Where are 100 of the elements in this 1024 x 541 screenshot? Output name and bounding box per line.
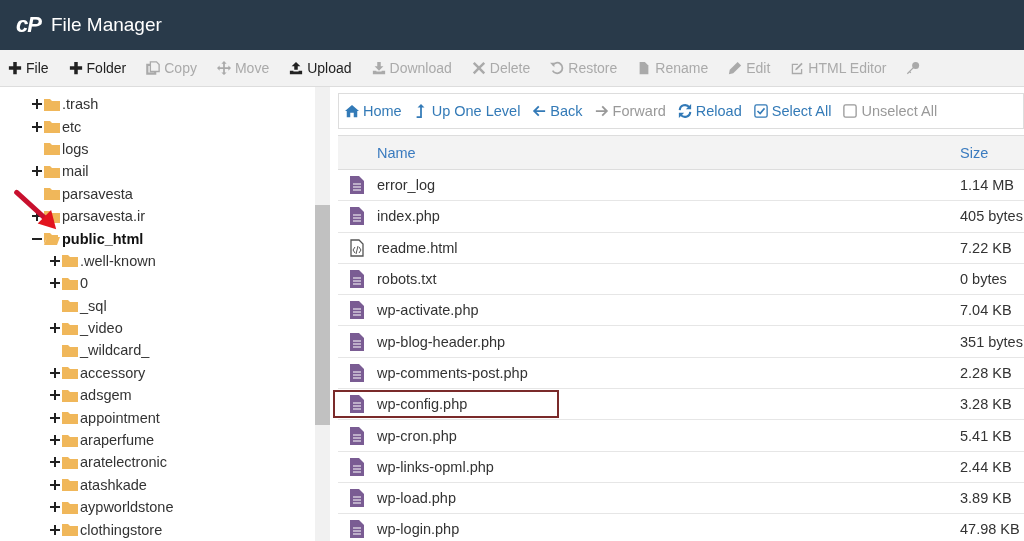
file-name[interactable]: wp-activate.php — [377, 298, 479, 323]
nav-button[interactable]: Reload — [677, 101, 750, 121]
text-file-icon — [350, 489, 364, 508]
file-size: 0 bytes — [960, 271, 1008, 288]
expand-icon[interactable] — [32, 211, 42, 222]
expand-icon[interactable] — [50, 457, 60, 468]
expand-icon[interactable] — [50, 502, 60, 513]
folder-tree-item[interactable]: clothingstore — [0, 518, 315, 541]
file-size: 5.41 KB — [960, 427, 1013, 444]
reload-icon — [677, 104, 692, 118]
nav-button[interactable]: Up One Level — [413, 101, 529, 121]
folder-tree-item[interactable]: _video — [0, 316, 315, 340]
file-size: 7.04 KB — [960, 302, 1013, 319]
folder-tree-item[interactable]: mail — [0, 160, 315, 183]
text-file-icon — [350, 332, 364, 351]
cpanel-logo[interactable]: cP — [16, 12, 41, 38]
pencil-icon — [728, 61, 743, 75]
folder-icon — [62, 455, 78, 469]
toolbar-button[interactable]: File — [6, 56, 59, 80]
toolbar-button[interactable]: Folder — [66, 56, 137, 80]
plus-icon — [8, 61, 22, 75]
column-header[interactable]: Size — [960, 144, 1024, 161]
folder-icon — [44, 187, 60, 201]
home-icon — [345, 104, 359, 118]
expand-icon[interactable] — [50, 255, 60, 266]
file-name[interactable]: error_log — [377, 173, 436, 198]
arrow-annotation — [14, 189, 58, 231]
toolbar-button[interactable]: Upload — [287, 56, 362, 80]
text-file-icon — [350, 395, 364, 414]
file-size: 405 bytes — [960, 208, 1024, 225]
folder-tree-item[interactable]: appointment — [0, 406, 315, 429]
column-header[interactable]: Name — [376, 144, 960, 161]
expand-icon[interactable] — [50, 479, 60, 490]
file-size: 47.98 KB — [960, 521, 1021, 538]
delete-icon — [471, 61, 486, 75]
text-file-icon — [350, 363, 364, 382]
folder-tree-item[interactable]: _sql — [0, 294, 315, 317]
text-file-icon — [350, 176, 364, 195]
file-size: 3.28 KB — [960, 396, 1013, 413]
folder-icon — [44, 97, 60, 111]
folder-tree-item[interactable]: parsavesta — [0, 182, 315, 205]
expand-icon[interactable] — [50, 323, 60, 334]
expand-icon[interactable] — [50, 278, 60, 289]
text-file-icon — [350, 426, 364, 445]
folder-tree-item[interactable]: atashkade — [0, 473, 315, 497]
text-file-icon — [350, 301, 364, 320]
folder-tree-item[interactable]: araperfume — [0, 428, 315, 452]
file-size: 2.44 KB — [960, 458, 1013, 475]
checkbox-icon — [753, 104, 768, 118]
folder-icon — [62, 344, 78, 357]
file-name[interactable]: wp-login.php — [377, 517, 460, 541]
folder-tree-item[interactable]: public_html — [0, 227, 315, 250]
file-size: 1.14 MB — [960, 177, 1015, 194]
folder-tree-item[interactable]: etc — [0, 115, 315, 138]
expand-icon[interactable] — [50, 412, 60, 423]
expand-icon[interactable] — [32, 121, 42, 132]
folder-tree-item[interactable]: aypworldstone — [0, 496, 315, 519]
move-icon — [216, 61, 231, 75]
file-size: 351 bytes — [960, 333, 1024, 350]
nav-button[interactable]: Select All — [753, 101, 840, 121]
folder-icon — [62, 523, 78, 537]
file-name[interactable]: wp-blog-header.php — [377, 329, 506, 354]
folder-tree-item[interactable]: .well-known — [0, 249, 315, 273]
file-name[interactable]: wp-comments-post.php — [377, 360, 528, 385]
expand-icon[interactable] — [50, 367, 60, 378]
folder-icon — [62, 276, 78, 290]
file-name[interactable]: wp-config.php — [335, 392, 558, 417]
folder-tree-item[interactable]: accessory — [0, 361, 315, 385]
folder-icon — [44, 164, 60, 178]
folder-icon — [62, 411, 78, 425]
scrollbar[interactable] — [315, 87, 330, 541]
folder-tree-item[interactable]: 0 — [0, 272, 315, 295]
file-name[interactable]: index.php — [377, 204, 440, 229]
text-file-icon — [350, 207, 364, 226]
expand-icon[interactable] — [50, 390, 60, 401]
file-name[interactable]: wp-load.php — [377, 486, 456, 511]
nav-button[interactable]: Back — [532, 101, 591, 121]
file-name[interactable]: wp-cron.php — [377, 423, 457, 448]
folder-tree-item[interactable]: .trash — [0, 93, 315, 116]
expand-icon[interactable] — [32, 99, 42, 110]
folder-tree-item[interactable]: aratelectronic — [0, 451, 315, 474]
folder-tree-item[interactable]: adsgem — [0, 384, 315, 407]
nav-button[interactable]: Home — [345, 101, 410, 121]
expand-icon[interactable] — [50, 435, 60, 446]
folder-tree-item[interactable]: logs — [0, 137, 315, 161]
file-name[interactable]: robots.txt — [377, 267, 437, 292]
expand-icon[interactable] — [50, 524, 60, 535]
file-size: 3.89 KB — [960, 490, 1013, 507]
file-name[interactable]: wp-links-opml.php — [377, 454, 494, 479]
file-name[interactable]: readme.html — [377, 235, 458, 260]
expand-icon[interactable] — [32, 166, 42, 177]
folder-icon — [62, 321, 78, 335]
folder-icon — [62, 500, 78, 514]
checkbox-icon — [843, 104, 858, 118]
scrollbar-thumb[interactable] — [315, 205, 330, 425]
key-icon — [906, 61, 921, 75]
right-arrow-icon — [594, 104, 609, 118]
folder-icon — [62, 478, 78, 492]
text-file-icon — [350, 457, 364, 476]
folder-tree-item[interactable]: _wildcard_ — [0, 339, 315, 362]
